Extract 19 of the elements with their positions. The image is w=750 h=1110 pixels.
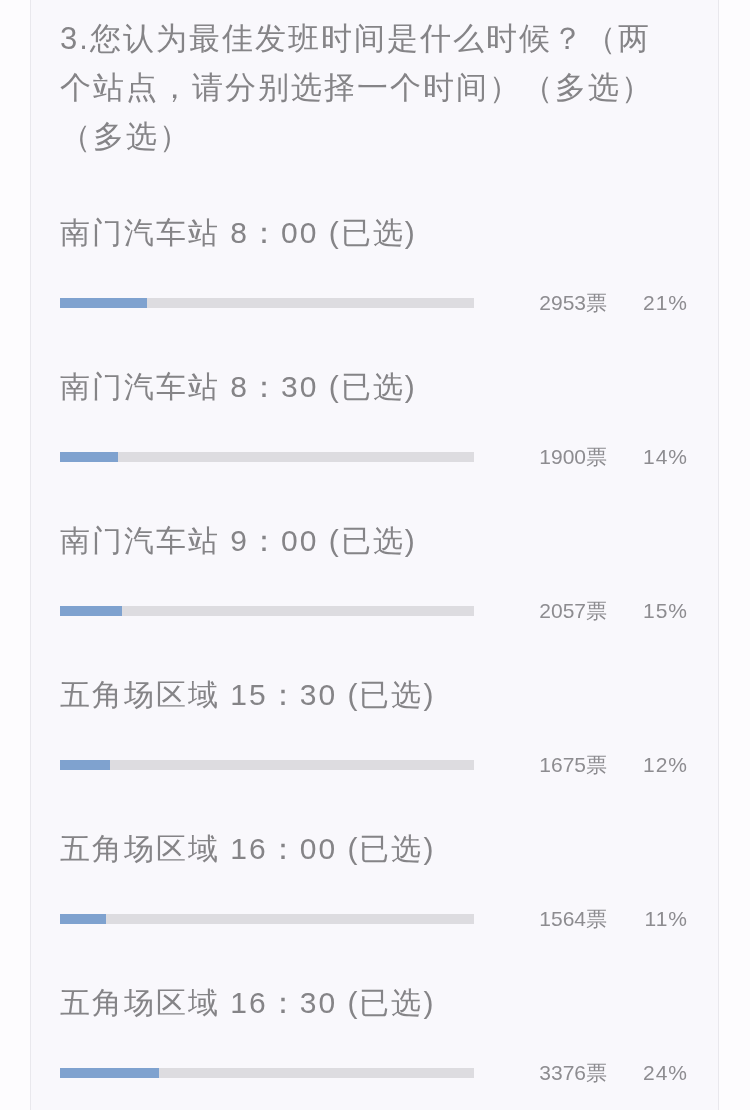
vote-count: 1564票 (539, 907, 607, 930)
option-label: 五角场区域 16：00 (已选) (60, 831, 437, 867)
vote-percent: 24% (642, 1061, 688, 1084)
vote-percent: 15% (642, 599, 688, 622)
vote-percent: 14% (642, 445, 688, 468)
option-label: 南门汽车站 8：00 (已选) (60, 215, 418, 251)
option-label: 南门汽车站 9：00 (已选) (60, 523, 418, 559)
vote-percent: 12% (642, 753, 688, 776)
option-label: 五角场区域 16：30 (已选) (60, 985, 437, 1021)
option-label: 五角场区域 15：30 (已选) (60, 677, 437, 713)
vote-count: 3376票 (539, 1061, 607, 1084)
vote-count: 2953票 (539, 291, 607, 314)
vote-count: 1675票 (539, 753, 607, 776)
vote-percent: 11% (644, 907, 688, 930)
vote-count: 1900票 (539, 445, 607, 468)
option-label: 南门汽车站 8：30 (已选) (60, 369, 418, 405)
vote-percent: 21% (642, 291, 688, 314)
question-title: 3.您认为最佳发班时间是什么时候？（两个站点，请分别选择一个时间）（多选）（多选） (60, 20, 655, 156)
vote-count: 2057票 (539, 599, 607, 622)
